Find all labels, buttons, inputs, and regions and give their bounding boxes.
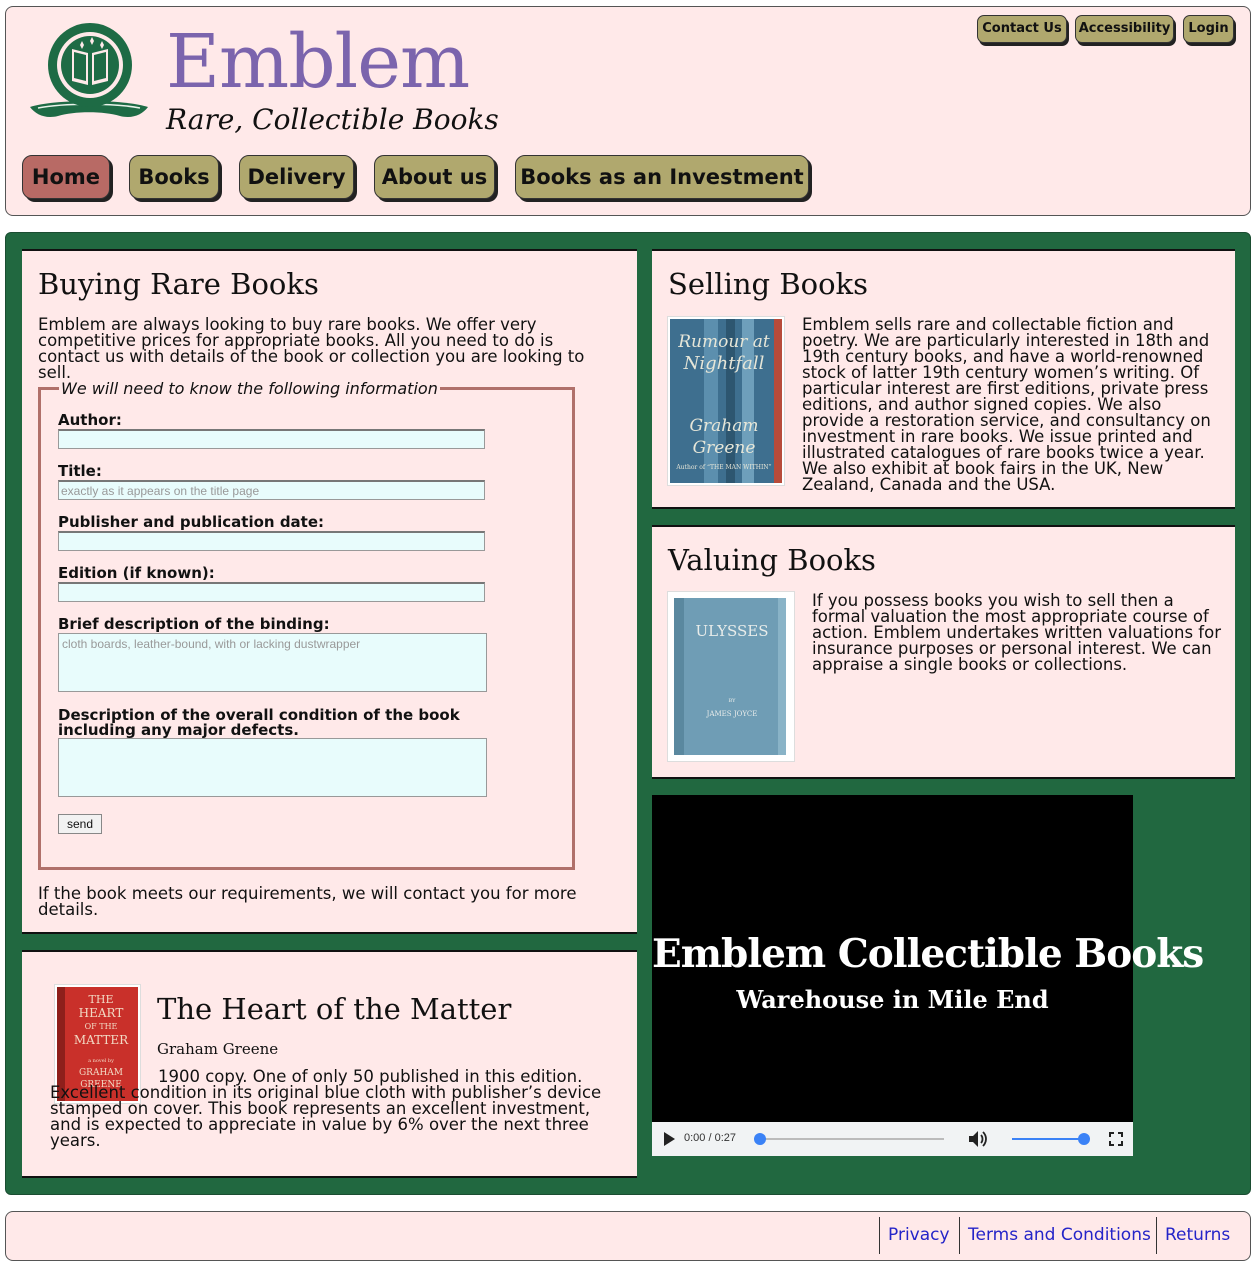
cover-small-text: Author of “THE MAN WITHIN” [675,464,771,471]
video-subtitle: Warehouse in Mile End [736,985,1049,1014]
nav-books[interactable]: Books [129,155,219,199]
buying-outro: If the book meets our requirements, we w… [38,884,577,919]
valuing-text: If you possess books you wish to sell th… [812,591,1221,674]
volume-slider[interactable] [1012,1133,1090,1145]
volume-level [1012,1138,1084,1140]
cover-title: ULYSSES [695,622,768,640]
buying-title: Buying Rare Books [38,267,319,301]
accessibility-button[interactable]: Accessibility [1075,15,1174,43]
login-button[interactable]: Login [1183,15,1234,43]
volume-icon[interactable] [968,1130,988,1148]
brand-tagline: Rare, Collectible Books [166,103,499,136]
nav-delivery[interactable]: Delivery [239,155,354,199]
video-title: Emblem Collectible Books [652,931,1204,977]
site-footer: Privacy Terms and Conditions Returns [5,1211,1251,1261]
send-button[interactable]: send [58,814,102,834]
selling-panel: Selling Books Rumour at Nightfall Graham… [652,249,1235,509]
edition-label: Edition (if known): [58,564,215,582]
main-content: Buying Rare Books Emblem are always look… [5,232,1251,1195]
buying-intro: Emblem are always looking to buy rare bo… [38,315,585,382]
video-time: 0:00 / 0:27 [684,1132,736,1144]
cover-title-line: MATTER [74,1033,129,1047]
nav-home[interactable]: Home [22,155,110,199]
seller-info-form: We will need to know the following infor… [38,379,575,870]
footer-link-privacy[interactable]: Privacy [879,1217,950,1254]
footer-link-terms[interactable]: Terms and Conditions [959,1217,1151,1254]
publisher-label: Publisher and publication date: [58,513,325,531]
play-icon[interactable] [663,1132,676,1146]
brand-name: Emblem [166,19,470,105]
cover-author: JAMES JOYCE [706,710,758,718]
cover-title-line: THE [89,993,114,1006]
cover-author-line: Greene [693,438,756,458]
featured-author: Graham Greene [157,1040,279,1058]
edition-input[interactable] [58,582,485,602]
selling-title: Selling Books [668,267,868,301]
binding-label: Brief description of the binding: [58,615,330,633]
site-header: Emblem Rare, Collectible Books Contact U… [5,6,1251,216]
volume-thumb[interactable] [1078,1133,1090,1145]
rumour-at-nightfall-cover: Rumour at Nightfall Graham Greene Author… [667,316,785,486]
emblem-logo-icon [30,23,148,117]
cover-title-line: Nightfall [683,353,765,374]
publisher-input[interactable] [58,531,485,551]
valuing-panel: Valuing Books ULYSSES BY JAMES JOYCE If … [652,525,1235,779]
title-input[interactable]: exactly as it appears on the title page [58,480,485,500]
cover-small-text: a novel by [88,1058,114,1064]
nav-about-us[interactable]: About us [374,155,495,199]
ulysses-cover: ULYSSES BY JAMES JOYCE [667,591,795,762]
binding-textarea[interactable]: cloth boards, leather-bound, with or lac… [58,633,487,692]
cover-by: BY [729,698,737,704]
cover-title-line: HEART [79,1006,124,1020]
featured-description: 1900 copy. One of only 50 published in t… [50,1067,602,1150]
footer-link-returns[interactable]: Returns [1156,1217,1230,1254]
contact-us-button[interactable]: Contact Us [977,15,1067,43]
video-seek-thumb[interactable] [754,1133,766,1145]
valuing-title: Valuing Books [668,543,876,577]
condition-label: Description of the overall condition of … [58,706,460,739]
video-seek-bar[interactable] [754,1133,944,1145]
cover-title-line: OF THE [85,1022,118,1031]
fullscreen-icon[interactable] [1109,1132,1123,1146]
condition-textarea[interactable] [58,738,487,797]
warehouse-video-player[interactable]: Emblem Collectible Books Warehouse in Mi… [652,795,1204,1156]
form-legend: We will need to know the following infor… [59,379,440,398]
selling-text: Emblem sells rare and collectable fictio… [802,315,1211,494]
featured-title: The Heart of the Matter [157,992,512,1026]
title-label: Title: [58,462,102,480]
featured-book-panel: THE HEART OF THE MATTER a novel by GRAHA… [22,950,637,1178]
buying-panel: Buying Rare Books Emblem are always look… [22,249,637,934]
nav-books-as-investment[interactable]: Books as an Investment [515,155,809,199]
author-input[interactable] [58,429,485,449]
author-label: Author: [58,411,122,429]
cover-author-line: Graham [689,416,758,436]
video-controls: 0:00 / 0:27 [652,1122,1133,1156]
cover-title-line: Rumour at [677,332,770,352]
